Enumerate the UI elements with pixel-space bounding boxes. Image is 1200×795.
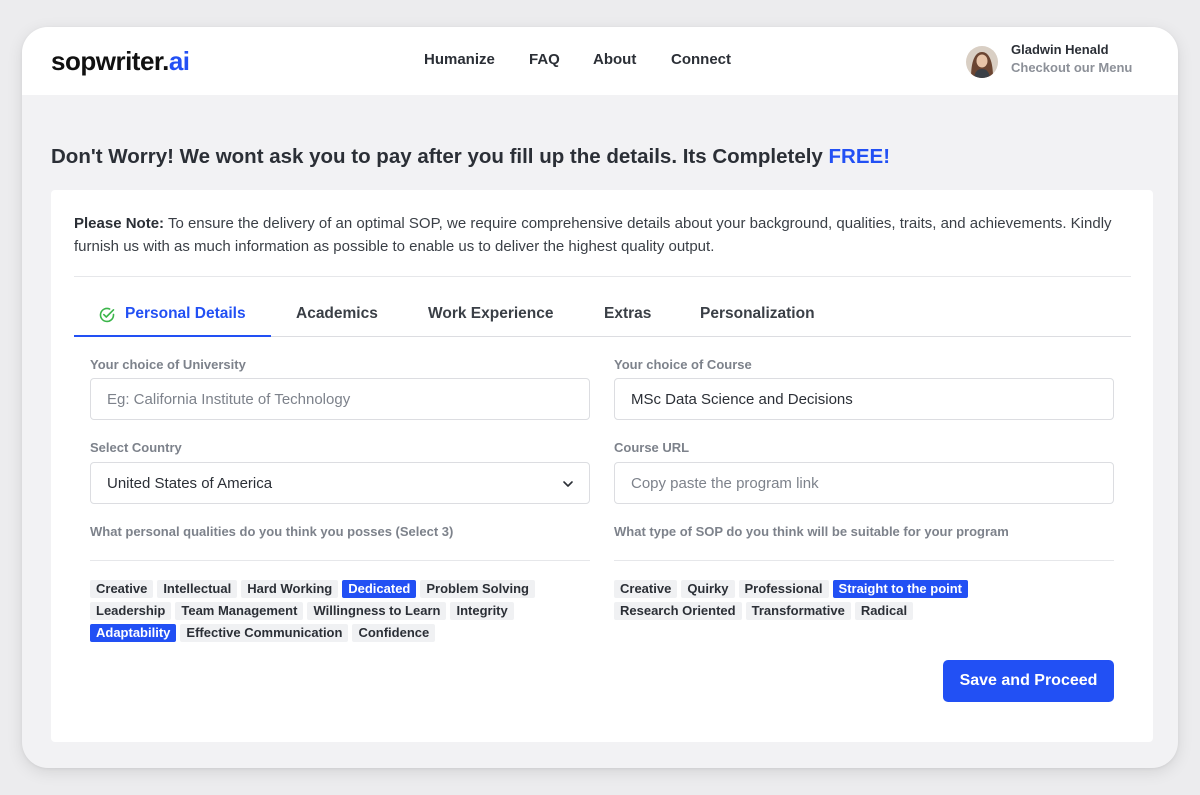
country-label: Select Country [90,440,182,455]
nav-faq[interactable]: FAQ [529,51,560,68]
chip-hard-working[interactable]: Hard Working [241,580,339,598]
sop-type-label: What type of SOP do you think will be su… [614,524,1009,539]
step-tabs: Personal Details Academics Work Experien… [74,300,1131,337]
chip-leadership[interactable]: Leadership [90,602,172,620]
chip-effective-communication[interactable]: Effective Communication [180,624,349,642]
save-and-proceed-button[interactable]: Save and Proceed [943,660,1114,702]
chip-creative[interactable]: Creative [614,580,678,598]
divider [74,276,1131,277]
user-name: Gladwin Henald [1011,42,1109,57]
chip-research-oriented[interactable]: Research Oriented [614,602,742,620]
chip-adaptability[interactable]: Adaptability [90,624,177,642]
headline-text: Don't Worry! We wont ask you to pay afte… [51,145,829,168]
university-label: Your choice of University [90,357,246,372]
main-nav: Humanize FAQ About Connect [22,51,1178,71]
chip-problem-solving[interactable]: Problem Solving [420,580,535,598]
nav-humanize[interactable]: Humanize [424,51,495,68]
chip-radical[interactable]: Radical [854,602,914,620]
chip-straight-to-the-point[interactable]: Straight to the point [832,580,969,598]
chevron-down-icon [563,481,573,487]
course-input[interactable] [614,378,1114,420]
tab-personalization[interactable]: Personalization [700,305,815,323]
tab-extras[interactable]: Extras [604,305,651,323]
chip-intellectual[interactable]: Intellectual [157,580,238,598]
form-card: Please Note: To ensure the delivery of a… [51,190,1153,742]
chip-dedicated[interactable]: Dedicated [342,580,417,598]
qualities-label: What personal qualities do you think you… [90,524,454,539]
app-window: sopwriter.ai Humanize FAQ About Connect … [22,27,1178,768]
active-tab-indicator [74,335,271,337]
headline-free: FREE! [828,145,891,168]
chip-professional[interactable]: Professional [738,580,829,598]
course-label: Your choice of Course [614,357,752,372]
tab-work-experience[interactable]: Work Experience [428,305,554,323]
top-navbar: sopwriter.ai Humanize FAQ About Connect … [22,27,1178,95]
course-url-input[interactable] [614,462,1114,504]
qualities-chip-group: Creative Intellectual Hard Working Dedicate… [90,580,570,642]
tab-personal-details[interactable]: Personal Details [125,305,246,323]
chip-creative[interactable]: Creative [90,580,154,598]
page-headline: Don't Worry! We wont ask you to pay afte… [51,145,890,169]
note-text: To ensure the delivery of an optimal SOP… [74,215,1112,255]
note-label: Please Note: [74,215,165,232]
chip-integrity[interactable]: Integrity [450,602,514,620]
chip-transformative[interactable]: Transformative [745,602,851,620]
user-menu-link[interactable]: Checkout our Menu [1011,60,1132,75]
course-url-label: Course URL [614,440,690,455]
check-circle-icon [99,307,115,323]
info-note: Please Note: To ensure the delivery of a… [74,212,1124,258]
chip-team-management[interactable]: Team Management [175,602,304,620]
country-value: United States of America [107,475,273,492]
tab-academics[interactable]: Academics [296,305,378,323]
nav-about[interactable]: About [593,51,636,68]
chip-willingness-to-learn[interactable]: Willingness to Learn [307,602,447,620]
user-avatar[interactable] [966,46,998,78]
sop-type-chip-group: Creative Quirky Professional Straight to th… [614,580,1094,620]
divider [614,560,1114,561]
chip-confidence[interactable]: Confidence [352,624,436,642]
nav-connect[interactable]: Connect [671,51,731,68]
chip-quirky[interactable]: Quirky [681,580,735,598]
divider [90,560,590,561]
university-input[interactable] [90,378,590,420]
country-select[interactable]: United States of America [90,462,590,504]
